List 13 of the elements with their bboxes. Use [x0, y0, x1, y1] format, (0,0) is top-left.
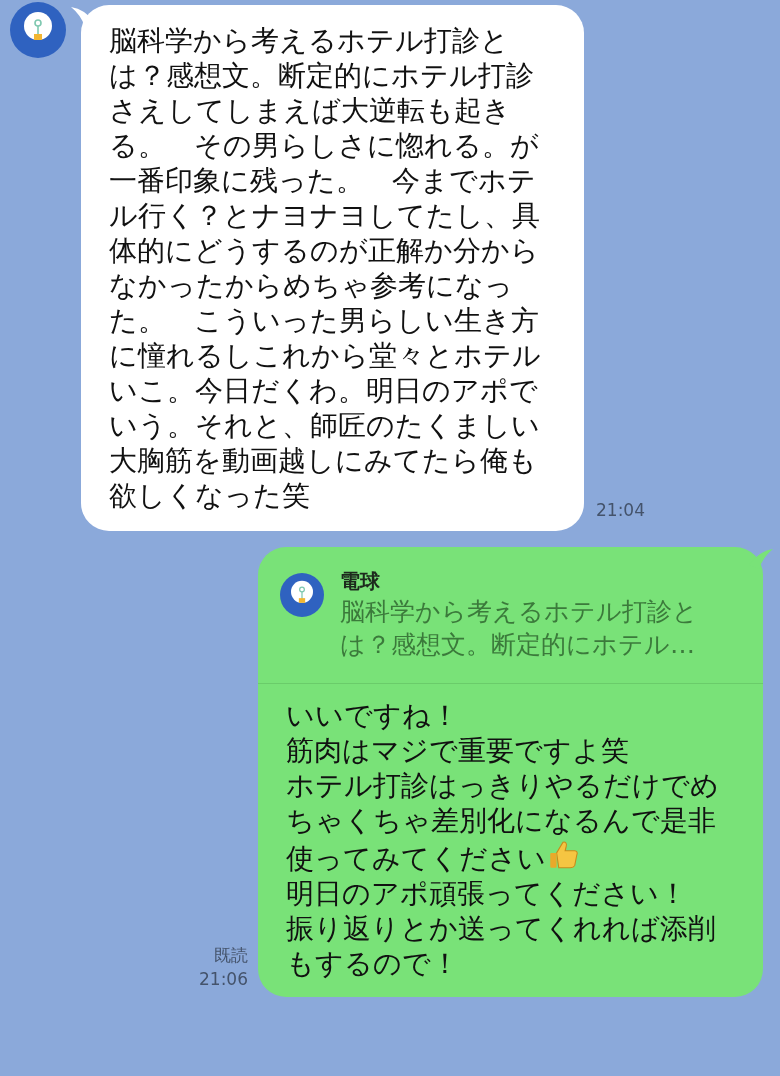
- read-receipt: 既読: [214, 944, 248, 967]
- message-time: 21:06: [199, 968, 248, 991]
- avatar-icon: [10, 2, 66, 58]
- quote-author: 電球: [340, 568, 381, 595]
- message-text: 筋肉はマジで重要ですよ笑: [286, 733, 630, 768]
- quoted-message: 脳科学から考えるホテル打診とは？感想文。断定的にホテル…: [340, 596, 699, 661]
- message-text: 明日のアポ頑張ってください！: [286, 876, 688, 911]
- message-text: ホテル打診はっきりやるだけでめちゃくちゃ差別化になるんで是非使ってみてください: [286, 768, 720, 876]
- message-text: 振り返りとか送ってくれれば添削もするので！: [286, 911, 717, 981]
- message-time: 21:04: [596, 499, 645, 520]
- avatar-icon: [280, 573, 324, 617]
- message-text: 脳科学から考えるホテル打診とは？感想文。断定的にホテル打診さえしてしまえば大逆転も起きる。 その男らしさに惚れる。が一番印象に残った。 今までホテル行く？とナヨナヨしてたし、具体的にどうするのが正解か分からなかったからめちゃ参考になった。 こういった男らしい生き方に憧れるしこれから堂々とホテルいこ。今日だくわ。明日のアポでいう。それと、師匠のたくましい大胸筋を動画越しにみてたら俺も欲しくなった笑: [109, 23, 542, 513]
- message-text: いいですね！: [286, 698, 460, 733]
